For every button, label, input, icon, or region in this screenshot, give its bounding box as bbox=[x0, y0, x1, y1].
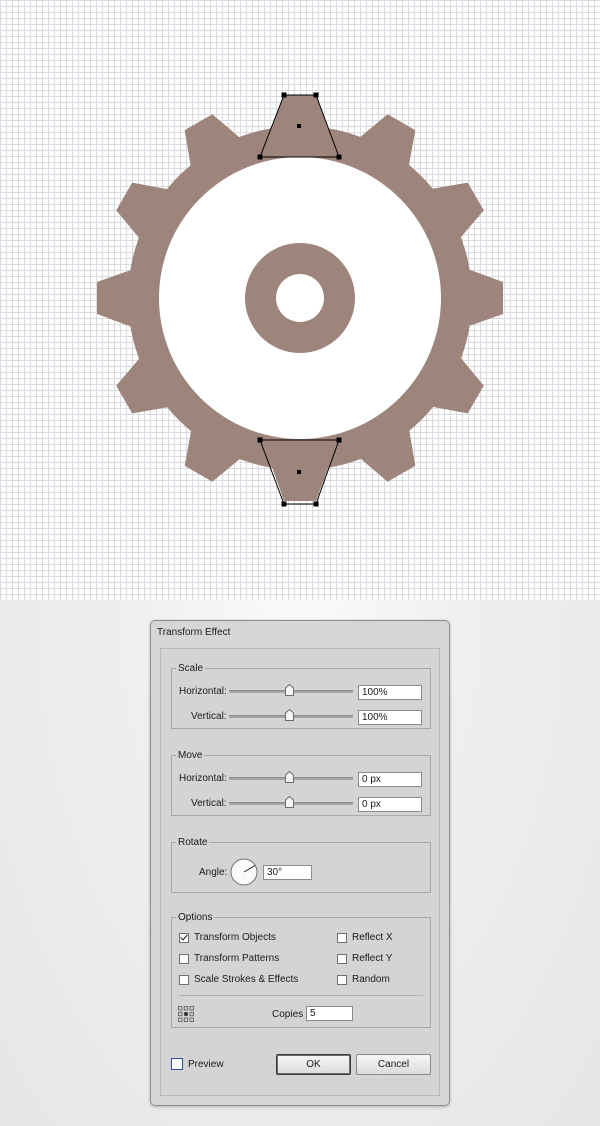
slider-thumb-icon[interactable] bbox=[285, 684, 294, 696]
move-horizontal-input[interactable]: 0 px bbox=[358, 772, 422, 787]
gear-artwork bbox=[97, 92, 503, 507]
options-legend: Options bbox=[178, 912, 213, 923]
gear-tooth bbox=[438, 258, 503, 337]
rotate-legend: Rotate bbox=[178, 837, 208, 848]
checkbox-icon[interactable] bbox=[337, 953, 347, 964]
transform-patterns-checkbox[interactable]: Transform Patterns bbox=[179, 953, 279, 964]
cancel-button[interactable]: Cancel bbox=[356, 1054, 431, 1075]
ok-button[interactable]: OK bbox=[276, 1054, 351, 1075]
slider-thumb-icon[interactable] bbox=[285, 796, 294, 808]
gear-hub-hole bbox=[276, 274, 324, 322]
transform-effect-dialog: Transform Effect Scale Horizontal: 100% … bbox=[150, 620, 450, 1106]
reflect-x-label: Reflect X bbox=[352, 932, 393, 943]
copies-input[interactable]: 5 bbox=[306, 1006, 353, 1021]
reflect-x-checkbox[interactable]: Reflect X bbox=[337, 932, 393, 943]
copies-label: Copies bbox=[272, 1009, 304, 1020]
reflect-y-label: Reflect Y bbox=[352, 953, 393, 964]
move-horizontal-slider[interactable] bbox=[229, 771, 353, 785]
move-vertical-label: Vertical: bbox=[191, 798, 227, 809]
dialog-body: Scale Horizontal: 100% Vertical: 100% Mo… bbox=[160, 648, 440, 1096]
scale-horizontal-slider[interactable] bbox=[229, 684, 353, 698]
random-checkbox[interactable]: Random bbox=[337, 974, 390, 985]
checkbox-icon[interactable] bbox=[337, 974, 347, 985]
checkbox-icon[interactable] bbox=[171, 1058, 183, 1070]
artboard-canvas[interactable] bbox=[0, 0, 600, 600]
checkbox-icon[interactable] bbox=[179, 974, 189, 985]
transform-objects-label: Transform Objects bbox=[194, 932, 276, 943]
scale-vertical-slider[interactable] bbox=[229, 709, 353, 723]
scale-horizontal-input[interactable]: 100% bbox=[358, 685, 422, 700]
move-vertical-input[interactable]: 0 px bbox=[358, 797, 422, 812]
move-legend: Move bbox=[178, 750, 203, 761]
angle-label: Angle: bbox=[199, 867, 228, 878]
checkbox-icon[interactable] bbox=[179, 953, 189, 964]
reference-point-icon[interactable] bbox=[178, 1006, 194, 1022]
options-separator bbox=[179, 995, 423, 996]
checkbox-checked-icon[interactable] bbox=[179, 932, 189, 943]
reflect-y-checkbox[interactable]: Reflect Y bbox=[337, 953, 392, 964]
checkbox-icon[interactable] bbox=[337, 932, 347, 943]
scale-vertical-input[interactable]: 100% bbox=[358, 710, 422, 725]
preview-checkbox[interactable]: Preview bbox=[171, 1058, 224, 1070]
scale-strokes-label: Scale Strokes & Effects bbox=[194, 974, 299, 985]
gear-tooth bbox=[97, 259, 162, 338]
transform-patterns-label: Transform Patterns bbox=[194, 953, 280, 964]
scale-horizontal-label: Horizontal: bbox=[179, 686, 227, 697]
scale-vertical-label: Vertical: bbox=[191, 711, 227, 722]
scale-legend: Scale bbox=[178, 663, 204, 674]
random-label: Random bbox=[352, 974, 390, 985]
preview-label: Preview bbox=[188, 1058, 224, 1070]
angle-dial-icon[interactable] bbox=[230, 858, 258, 886]
gear-tooth bbox=[261, 436, 340, 501]
move-horizontal-label: Horizontal: bbox=[179, 773, 227, 784]
move-vertical-slider[interactable] bbox=[229, 796, 353, 810]
angle-input[interactable]: 30° bbox=[263, 865, 312, 880]
dialog-title: Transform Effect bbox=[157, 627, 231, 638]
scale-strokes-checkbox[interactable]: Scale Strokes & Effects bbox=[179, 974, 298, 985]
slider-thumb-icon[interactable] bbox=[285, 771, 294, 783]
transform-objects-checkbox[interactable]: Transform Objects bbox=[179, 932, 276, 943]
slider-thumb-icon[interactable] bbox=[285, 709, 294, 721]
